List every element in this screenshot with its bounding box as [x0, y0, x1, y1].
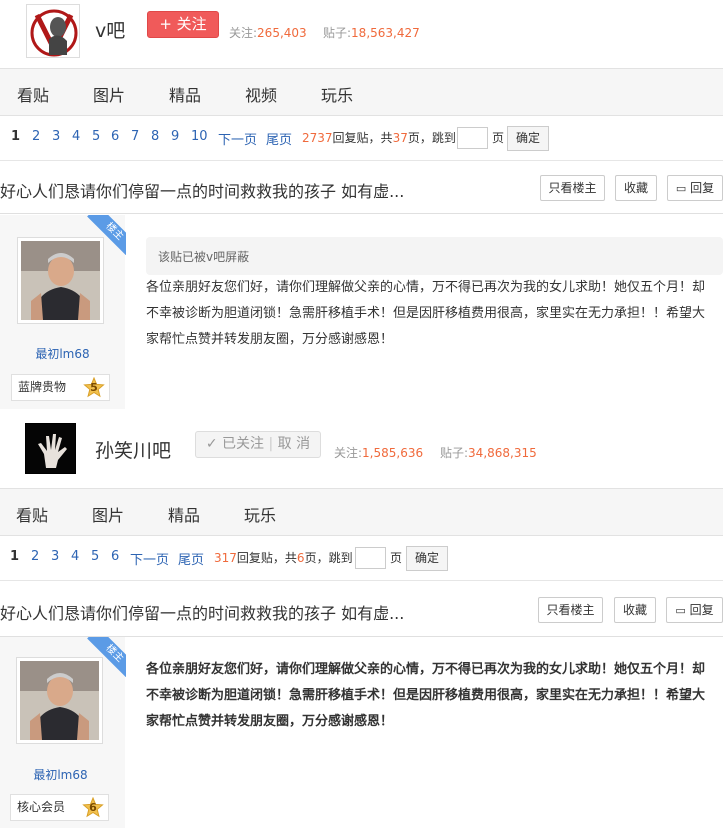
reply-button[interactable]: ▭ 回复: [666, 597, 723, 623]
post-count: 34,868,315: [468, 446, 537, 460]
forum-header-v: v吧 + 关注 关注:265,403 贴子:18,563,427: [0, 0, 723, 68]
follow-button[interactable]: + 关注: [147, 11, 219, 38]
page-link[interactable]: 4: [72, 129, 80, 144]
forum-avatar-sxc[interactable]: [25, 423, 76, 474]
favorite-button[interactable]: 收藏: [615, 175, 657, 201]
forum-name[interactable]: 孙笑川吧: [95, 436, 171, 463]
forum-header-sxc: 孙笑川吧 ✓ 已关注 | 取 消 关注:1,585,636 贴子:34,868,…: [0, 409, 723, 488]
tab-posts[interactable]: 看贴: [16, 502, 48, 526]
author-name[interactable]: 最初lm68: [0, 766, 123, 783]
page-link[interactable]: 4: [71, 549, 79, 564]
thread-title-bar: 好心人们恳请你们停留一点的时间救救我的孩子 如有虚... 只看楼主 收藏 ▭ 回…: [0, 160, 723, 214]
page-link[interactable]: 2: [32, 129, 40, 144]
post-content: 各位亲朋好友您们好，请你们理解做父亲的心情，万不得已再次为我的女儿求助！她仅五个…: [146, 280, 706, 347]
follow-count: 265,403: [257, 26, 307, 40]
comment-icon: ▭: [675, 182, 687, 195]
unfollow-link[interactable]: 取 消: [278, 436, 310, 452]
page-link: 1: [11, 129, 21, 144]
thread-title-bar: 好心人们恳请你们停留一点的时间救救我的孩子 如有虚... 只看楼主 收藏 ▭ 回…: [0, 580, 723, 637]
pagination: 1 2 3 4 5 6 下一页 尾页 317回复贴，共6页，跳到 页 确定: [0, 536, 723, 580]
reply-info: 317回复贴，共6页，跳到: [214, 551, 353, 565]
hand-icon: [26, 424, 75, 473]
page-link[interactable]: 7: [131, 129, 139, 144]
member-badge[interactable]: 蓝牌贵物 5: [11, 374, 110, 401]
op-ribbon: 楼主: [86, 215, 126, 255]
page-link: 1: [10, 549, 20, 564]
only-op-button[interactable]: 只看楼主: [538, 597, 603, 623]
page-link[interactable]: 5: [91, 549, 99, 564]
followed-button[interactable]: ✓ 已关注 | 取 消: [195, 431, 321, 458]
follow-stat: 关注:265,403: [229, 26, 307, 40]
tab-posts[interactable]: 看贴: [17, 82, 49, 106]
author-name[interactable]: 最初lm68: [0, 345, 125, 362]
last-page-link[interactable]: 尾页: [178, 549, 204, 568]
tab-images[interactable]: 图片: [93, 82, 125, 106]
jump-page-input[interactable]: [355, 547, 386, 569]
member-badge[interactable]: 核心会员 6: [10, 794, 109, 821]
tab-images[interactable]: 图片: [92, 502, 124, 526]
level-number: 5: [90, 381, 98, 394]
favorite-button[interactable]: 收藏: [614, 597, 656, 623]
only-op-button[interactable]: 只看楼主: [540, 175, 605, 201]
post: 最初lm68 蓝牌贵物 5 楼主 该贴已被v吧屏蔽 各位亲朋好友您们好，请你们理…: [0, 215, 723, 409]
jump-ok-button[interactable]: 确定: [406, 546, 448, 571]
level-star-icon: 6: [82, 796, 104, 819]
v-logo-icon: [27, 5, 79, 57]
comment-icon: ▭: [675, 604, 686, 617]
jump-ok-button[interactable]: 确定: [507, 126, 549, 151]
page-unit: 页: [492, 131, 505, 145]
reply-button[interactable]: ▭ 回复: [667, 175, 723, 201]
thread-title: 好心人们恳请你们停留一点的时间救救我的孩子 如有虚...: [0, 604, 405, 623]
next-page-link[interactable]: 下一页: [218, 129, 257, 148]
page-link[interactable]: 9: [171, 129, 179, 144]
post-stat: 贴子:34,868,315: [440, 446, 537, 460]
last-page-link[interactable]: 尾页: [266, 129, 292, 148]
page-link[interactable]: 6: [111, 129, 119, 144]
page-link[interactable]: 2: [31, 549, 39, 564]
next-page-link[interactable]: 下一页: [130, 549, 169, 568]
blocked-notice: 该贴已被v吧屏蔽: [146, 237, 723, 275]
tab-featured[interactable]: 精品: [168, 502, 200, 526]
page-link[interactable]: 10: [191, 129, 208, 144]
forum-name[interactable]: v吧: [95, 16, 125, 43]
level-number: 6: [89, 801, 97, 814]
tab-play[interactable]: 玩乐: [244, 502, 276, 526]
forum-avatar-v[interactable]: [26, 4, 80, 58]
op-ribbon: 楼主: [86, 637, 126, 677]
pagination: 1 2 3 4 5 6 7 8 9 10 下一页 尾页 2737回复贴，共37页…: [0, 116, 723, 160]
forum-nav: 看贴 图片 精品 视频 玩乐: [0, 68, 723, 116]
thread-title: 好心人们恳请你们停留一点的时间救救我的孩子 如有虚...: [0, 182, 405, 201]
jump-page-input[interactable]: [457, 127, 488, 149]
post-stat: 贴子:18,563,427: [323, 26, 420, 40]
reply-info: 2737回复贴，共37页，跳到: [302, 131, 456, 145]
page-link[interactable]: 3: [52, 129, 60, 144]
check-icon: ✓: [205, 436, 218, 452]
page-unit: 页: [390, 551, 403, 565]
page-link[interactable]: 3: [51, 549, 59, 564]
tab-featured[interactable]: 精品: [169, 82, 201, 106]
level-star-icon: 5: [83, 376, 105, 399]
forum-nav: 看贴 图片 精品 玩乐: [0, 488, 723, 536]
tab-play[interactable]: 玩乐: [321, 82, 353, 106]
page-link[interactable]: 5: [92, 129, 100, 144]
follow-count: 1,585,636: [362, 446, 424, 460]
post-content: 各位亲朋好友您们好，请你们理解做父亲的心情，万不得已再次为我的女儿求助！她仅五个…: [146, 662, 706, 729]
tab-video[interactable]: 视频: [245, 82, 277, 106]
page-link[interactable]: 6: [111, 549, 119, 564]
page-link[interactable]: 8: [151, 129, 159, 144]
post: 最初lm68 核心会员 6 楼主 各位亲朋好友您们好，请你们理解做父亲的心情，万…: [0, 637, 723, 828]
follow-stat: 关注:1,585,636: [334, 446, 424, 460]
post-count: 18,563,427: [351, 26, 420, 40]
